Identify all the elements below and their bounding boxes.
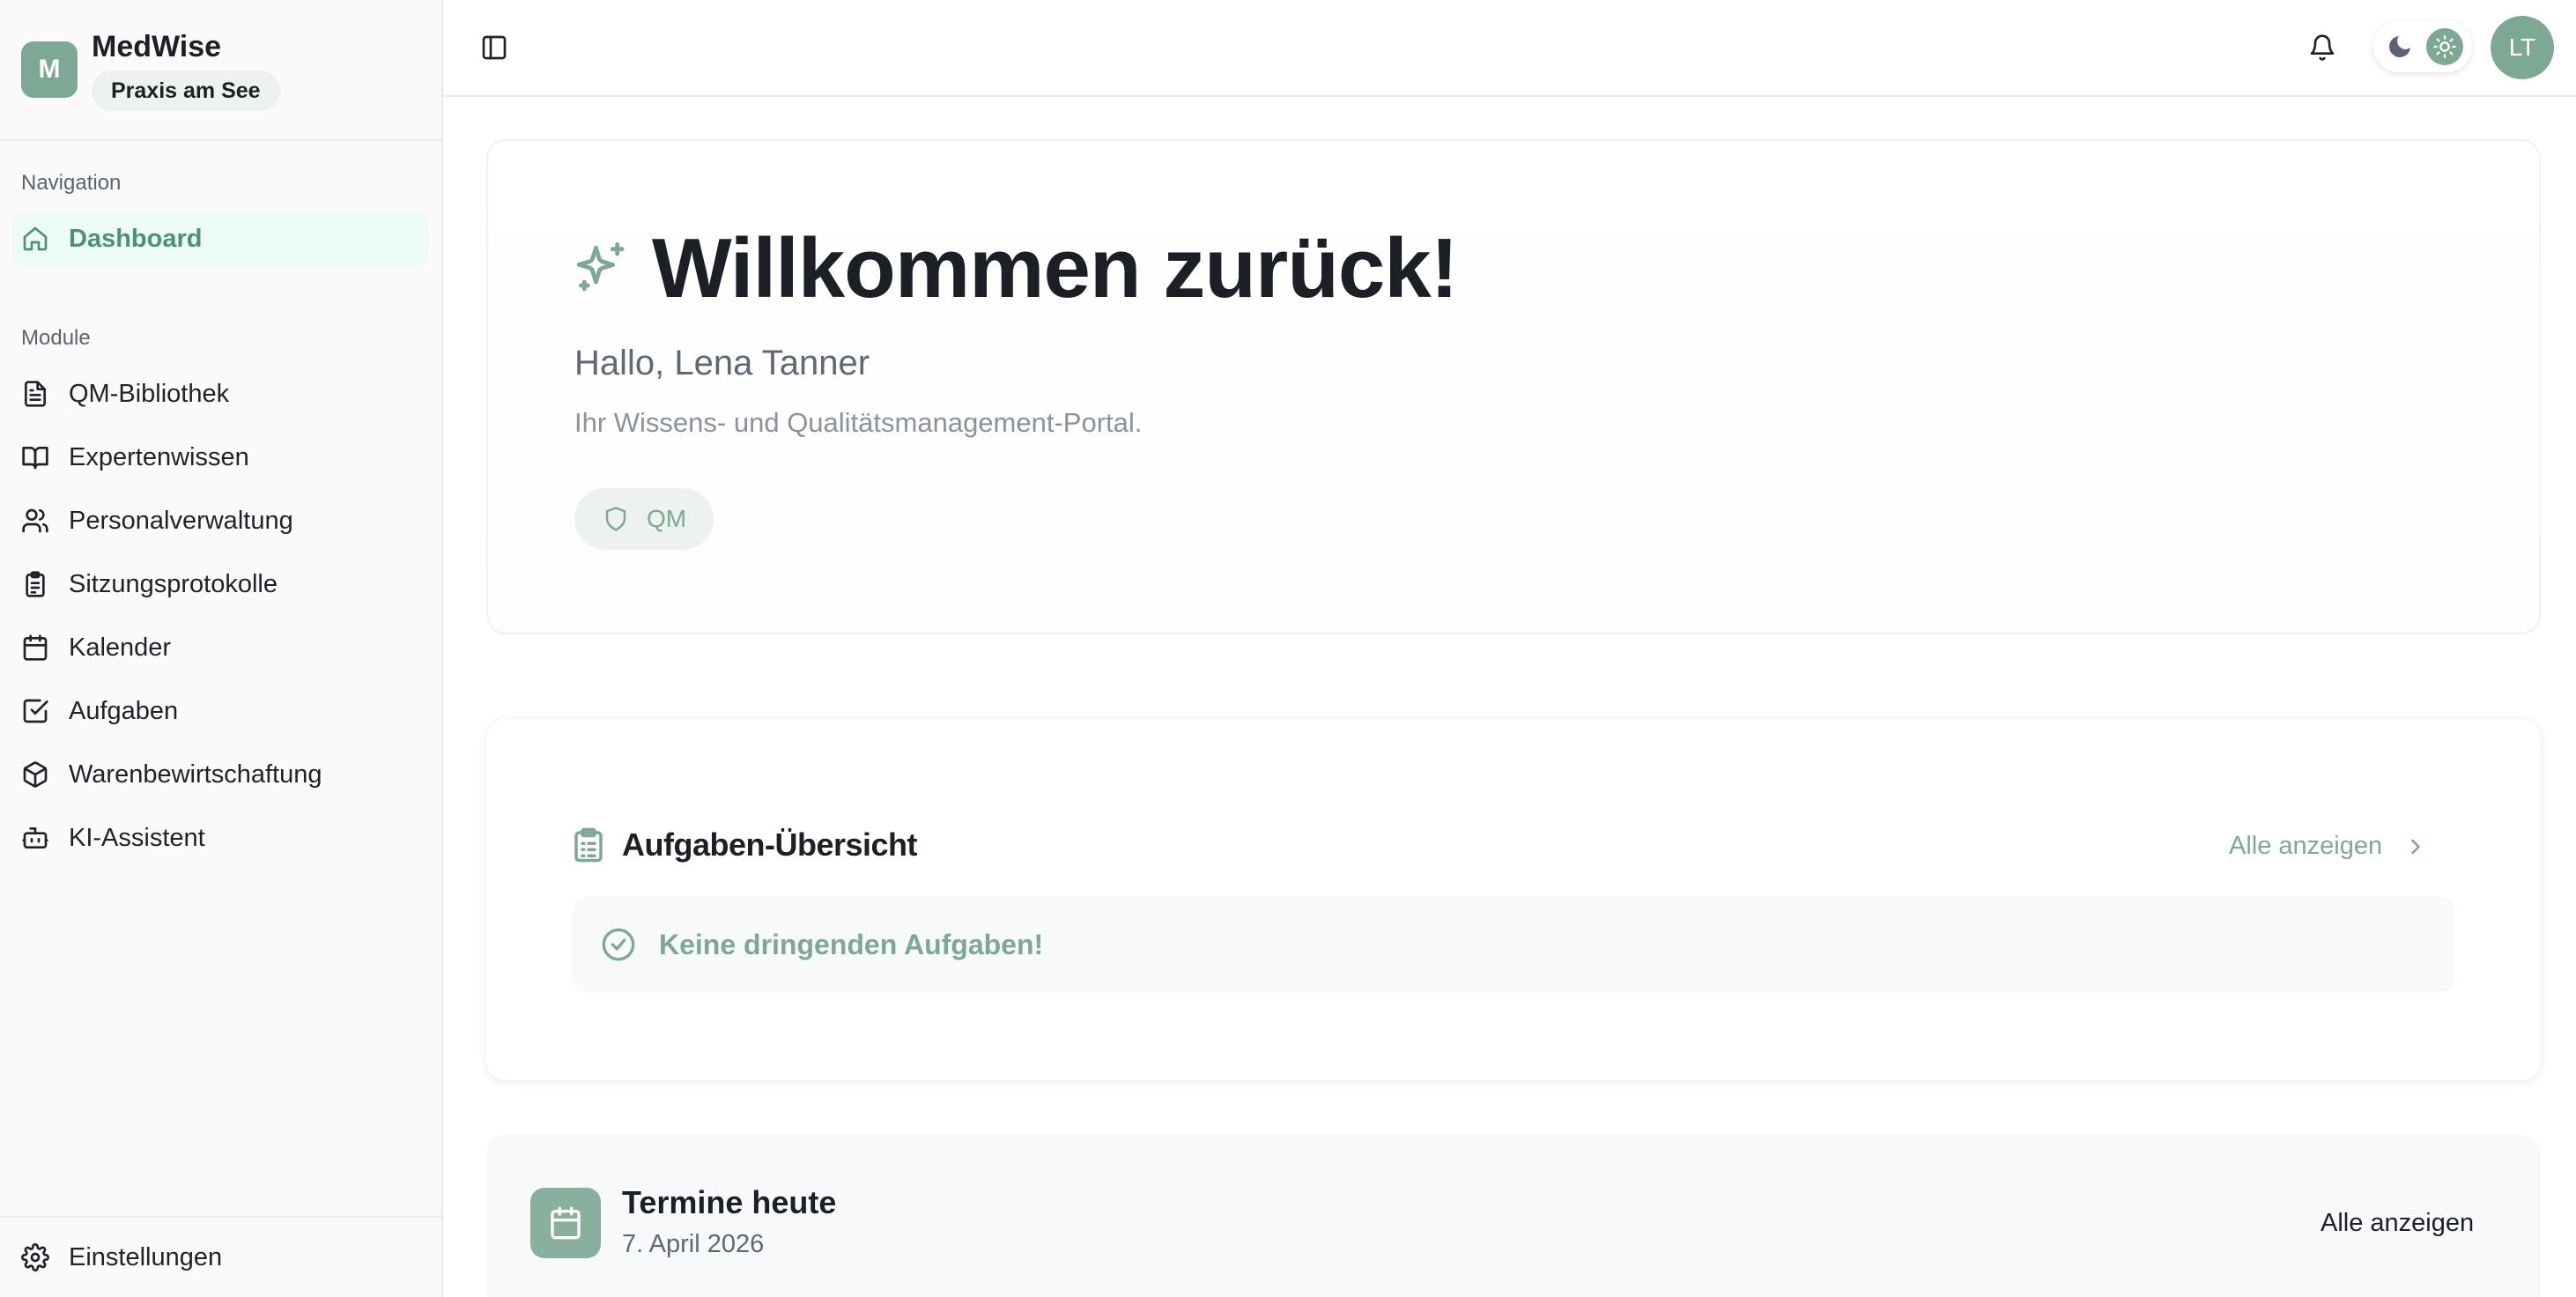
welcome-title: Willkommen zurück! [652, 221, 1459, 315]
sidebar-footer: Einstellungen [0, 1216, 441, 1297]
tasks-empty-state: Keine dringenden Aufgaben! [573, 897, 2454, 992]
sidebar-item-label: Sitzungsprotokolle [69, 569, 278, 598]
moon-icon[interactable] [2386, 33, 2414, 61]
sparkles-icon [576, 241, 625, 292]
topbar [443, 0, 2576, 97]
calendar-icon [551, 1206, 581, 1240]
practice-badge[interactable]: Praxis am See [92, 70, 280, 111]
navigation-section-label: Navigation [21, 171, 122, 195]
tasks-show-all-link[interactable]: Alle anzeigen [2229, 832, 2428, 861]
gear-icon [21, 1243, 49, 1271]
app-name: MedWise [92, 30, 222, 63]
notifications-button[interactable] [2303, 28, 2342, 67]
welcome-subtitle: Ihr Wissens- und Qualitätsmanagement-Por… [574, 407, 1143, 438]
file-text-icon [25, 381, 46, 407]
sidebar-toggle-button[interactable] [477, 30, 512, 65]
sidebar-item-personalverwaltung[interactable]: Personalverwaltung [12, 493, 428, 548]
sidebar-item-aufgaben[interactable]: Aufgaben [12, 684, 428, 738]
sidebar-item-expertenwissen[interactable]: Expertenwissen [12, 430, 428, 485]
sidebar-item-einstellungen[interactable]: Einstellungen [12, 1230, 428, 1285]
sidebar-item-label: Warenbewirtschaftung [69, 760, 322, 789]
clipboard-list-icon [26, 571, 45, 597]
sidebar-item-label: Dashboard [69, 224, 203, 253]
sidebar-item-label: KI-Assistent [69, 823, 205, 852]
tasks-overview-title: Aufgaben-Übersicht [622, 826, 918, 863]
sidebar-item-qm-bibliothek[interactable]: QM-Bibliothek [12, 367, 428, 421]
sidebar-item-label: QM-Bibliothek [69, 379, 230, 408]
user-avatar[interactable]: LT [2491, 16, 2554, 79]
shield-icon [605, 507, 626, 531]
appointments-date: 7. April 2026 [622, 1230, 765, 1258]
sidebar-item-sitzungsprotokolle[interactable]: Sitzungsprotokolle [12, 557, 428, 611]
check-circle-icon [602, 928, 635, 961]
book-open-icon [22, 447, 48, 470]
bot-icon [22, 827, 48, 849]
sidebar: M MedWise Praxis am See Navigation Dashb… [0, 0, 443, 1297]
sidebar-item-dashboard[interactable]: Dashboard [12, 211, 428, 266]
tasks-empty-text: Keine dringenden Aufgaben! [659, 928, 1044, 960]
module-section-label: Module [21, 326, 91, 350]
clipboard-list-icon [574, 827, 603, 863]
sidebar-item-label: Expertenwissen [69, 442, 249, 471]
sidebar-item-label: Aufgaben [69, 696, 179, 725]
panel-left-icon [482, 35, 507, 60]
bell-icon [2310, 34, 2335, 61]
check-square-icon [23, 699, 48, 723]
qm-badge-label: QM [647, 505, 687, 532]
light-mode-button[interactable] [2426, 28, 2463, 65]
welcome-greeting: Hallo, Lena Tanner [574, 344, 870, 382]
calendar-icon [23, 634, 48, 661]
tasks-show-all-label: Alle anzeigen [2229, 832, 2383, 860]
home-icon [23, 226, 48, 251]
welcome-card: Willkommen zurück! Hallo, Lena Tanner Ih… [486, 139, 2541, 634]
sidebar-item-warenbewirtschaftung[interactable]: Warenbewirtschaftung [12, 747, 428, 802]
package-icon [23, 761, 48, 788]
chevron-right-icon [2411, 839, 2420, 854]
qm-badge[interactable]: QM [574, 488, 714, 550]
appointments-today-card: Termine heute 7. April 2026 Alle anzeige… [486, 1135, 2541, 1297]
appointments-icon-tile [530, 1188, 601, 1258]
tasks-overview-card: Aufgaben-Übersicht Alle anzeigen Keine d… [486, 719, 2541, 1080]
sidebar-item-ki-assistent[interactable]: KI-Assistent [12, 811, 428, 865]
appointments-title: Termine heute [622, 1184, 837, 1220]
sun-icon [2433, 35, 2456, 58]
users-icon [22, 508, 48, 533]
sidebar-item-kalender[interactable]: Kalender [12, 620, 428, 675]
sidebar-item-label: Kalender [69, 633, 172, 662]
theme-toggle[interactable] [2373, 21, 2472, 72]
brand-header: M MedWise Praxis am See [0, 0, 441, 141]
brand-logo: M [21, 41, 78, 98]
appointments-show-all-button[interactable]: Alle anzeigen [2321, 1209, 2474, 1238]
sidebar-item-label: Einstellungen [69, 1242, 223, 1271]
sidebar-item-label: Personalverwaltung [69, 506, 293, 535]
